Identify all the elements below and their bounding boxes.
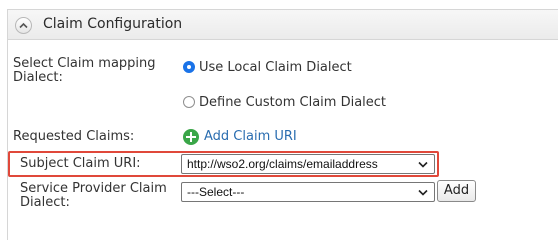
chevron-down-icon: [418, 161, 428, 168]
add-claim-uri-link[interactable]: Add Claim URI: [204, 129, 297, 144]
requested-claims-label: Requested Claims:: [13, 129, 135, 144]
local-dialect-radio[interactable]: [183, 61, 195, 73]
sp-claim-dialect-select[interactable]: ---Select---: [181, 182, 435, 202]
custom-dialect-radio[interactable]: [183, 96, 195, 108]
subject-claim-label: Subject Claim URI:: [20, 156, 141, 171]
dialect-label: Select Claim mapping Dialect:: [13, 56, 156, 85]
sp-claim-dialect-value: ---Select---: [187, 185, 245, 199]
custom-dialect-label[interactable]: Define Custom Claim Dialect: [199, 95, 386, 110]
chevron-down-icon: [418, 189, 428, 196]
subject-claim-select[interactable]: http://wso2.org/claims/emailaddress: [181, 154, 435, 174]
panel-title: Claim Configuration: [43, 16, 183, 32]
panel-header[interactable]: Claim Configuration: [8, 10, 558, 40]
add-dialect-button[interactable]: Add: [437, 180, 476, 202]
add-claim-icon[interactable]: [183, 129, 199, 145]
chevron-up-icon[interactable]: [15, 17, 32, 34]
local-dialect-label[interactable]: Use Local Claim Dialect: [199, 60, 352, 75]
subject-claim-value: http://wso2.org/claims/emailaddress: [187, 157, 378, 171]
sp-claim-dialect-label: Service Provider Claim Dialect:: [20, 181, 167, 210]
